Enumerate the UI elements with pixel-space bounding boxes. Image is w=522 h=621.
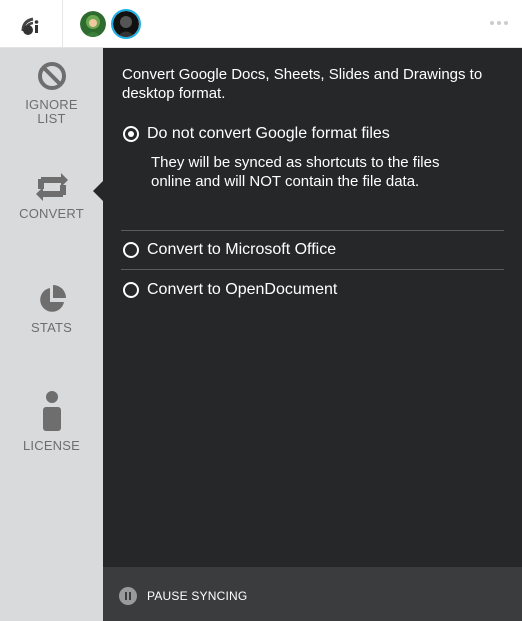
radio-button[interactable] (123, 242, 139, 258)
option-label: Do not convert Google format files (147, 125, 390, 142)
convert-panel: Convert Google Docs, Sheets, Slides and … (103, 48, 522, 567)
option-convert-opendocument[interactable]: Convert to OpenDocument (123, 281, 337, 299)
option-label: Convert to OpenDocument (147, 281, 338, 298)
pause-syncing-button[interactable]: PAUSE SYNCING (147, 589, 247, 603)
option-label: Convert to Microsoft Office (147, 241, 337, 258)
pause-icon[interactable] (119, 587, 137, 605)
sidebar-item-label: CONVERT (19, 206, 84, 221)
sidebar-item-convert[interactable]: CONVERT (0, 173, 103, 221)
sidebar-item-label: IGNORE (25, 97, 78, 112)
sidebar-item-label: LICENSE (22, 438, 81, 453)
block-icon (37, 62, 66, 90)
option-convert-microsoft-office[interactable]: Convert to Microsoft Office (123, 241, 336, 259)
active-item-indicator (93, 181, 103, 201)
person-icon (42, 391, 61, 431)
divider (121, 230, 504, 231)
account-avatar-selected[interactable] (113, 11, 139, 37)
pie-chart-icon (39, 285, 66, 312)
more-options-icon[interactable] (484, 12, 514, 34)
top-bar (0, 0, 522, 48)
radio-button-selected[interactable] (123, 126, 139, 142)
panel-intro-text: Convert Google Docs, Sheets, Slides and … (122, 66, 483, 102)
sidebar-item-ignore-list[interactable]: IGNORE LIST (0, 60, 103, 126)
account-avatar[interactable] (80, 11, 106, 37)
convert-icon (35, 173, 68, 201)
sidebar: IGNORE LIST CONVERT STATS LICENSE (0, 48, 103, 621)
sidebar-item-label: STATS (31, 320, 72, 335)
sidebar-item-license[interactable]: LICENSE (0, 391, 103, 453)
radio-button[interactable] (123, 282, 139, 298)
divider (121, 269, 504, 270)
sidebar-item-stats[interactable]: STATS (0, 285, 103, 335)
topbar-divider (62, 0, 63, 48)
option-description: They will be synced as shortcuts to the … (151, 154, 440, 190)
sidebar-item-label: LIST (37, 111, 66, 126)
app-logo-icon[interactable] (17, 11, 43, 37)
footer-bar: PAUSE SYNCING (103, 567, 522, 621)
option-do-not-convert[interactable]: Do not convert Google format files (123, 125, 390, 143)
